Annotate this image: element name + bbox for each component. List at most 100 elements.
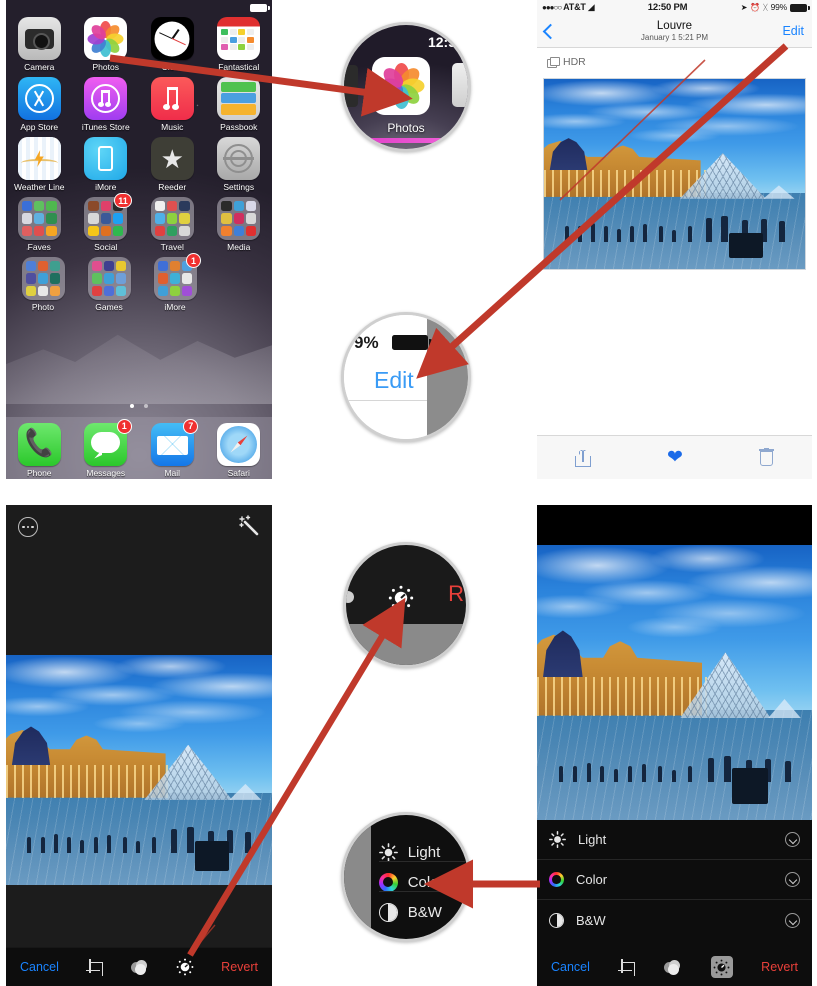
edit-photo-image[interactable] bbox=[6, 655, 272, 885]
chevron-down-icon[interactable] bbox=[785, 872, 800, 887]
magic-wand-icon[interactable] bbox=[238, 515, 260, 537]
dock-phone[interactable]: 📞 Phone bbox=[10, 422, 68, 478]
back-chevron-icon[interactable] bbox=[542, 23, 559, 39]
photo-viewer-panel: ●●●○○ AT&T ◢ 12:50 PM ➤ ⏰ ᚷ 99% Louvre J… bbox=[537, 0, 812, 479]
app-settings[interactable]: Settings bbox=[210, 137, 268, 192]
app-itunes-store[interactable]: iTunes Store bbox=[77, 77, 135, 132]
app-reeder[interactable]: ★ Reeder bbox=[143, 137, 201, 192]
app-label: Media bbox=[227, 242, 251, 252]
folder-icon bbox=[87, 257, 131, 300]
music-icon bbox=[150, 77, 194, 120]
phone-icon: 📞 bbox=[17, 422, 61, 466]
magnifier-battery-label: 9% bbox=[354, 333, 379, 352]
app-fantastical[interactable]: Fantastical bbox=[210, 17, 268, 72]
crop-icon[interactable] bbox=[618, 958, 636, 976]
adjust-row-label: Color bbox=[576, 872, 608, 887]
magnifier-row-light[interactable]: Light bbox=[378, 837, 468, 867]
app-clock[interactable]: Clock bbox=[143, 17, 201, 72]
dock-messages[interactable]: 1 Messages bbox=[77, 418, 135, 478]
edit-button[interactable]: Edit bbox=[374, 367, 414, 394]
app-label: iMore bbox=[95, 182, 117, 192]
share-icon[interactable] bbox=[575, 448, 591, 467]
magnifier-photos-app: 12:5 Photos bbox=[341, 22, 471, 152]
app-grid: Camera Photos Clock Fantastical App Stor… bbox=[6, 17, 272, 317]
adjust-top-black-bar bbox=[537, 505, 812, 545]
crop-icon[interactable] bbox=[86, 958, 104, 976]
magnifier-row-color[interactable]: Color bbox=[378, 867, 468, 897]
app-row: Photo Games 1 iMore bbox=[6, 253, 272, 312]
magnifier-separator bbox=[378, 891, 468, 892]
app-label: Messages bbox=[86, 467, 126, 478]
magnifier-app-label: Photos bbox=[387, 121, 425, 135]
hdr-badge: HDR bbox=[537, 48, 812, 76]
adjust-toolbar: Cancel Revert bbox=[537, 948, 812, 986]
navigation-bar: Louvre January 1 5:21 PM Edit bbox=[537, 15, 812, 48]
color-wheel-icon bbox=[549, 872, 564, 887]
app-passbook[interactable]: Passbook bbox=[210, 77, 268, 132]
adjust-row-light[interactable]: Light bbox=[537, 820, 812, 860]
brightness-icon bbox=[378, 842, 398, 862]
adjust-icon[interactable] bbox=[176, 958, 194, 976]
app-label: App Store bbox=[20, 122, 59, 132]
app-label: Mail bbox=[164, 467, 181, 478]
filters-icon[interactable] bbox=[130, 959, 149, 975]
contrast-icon bbox=[549, 912, 564, 928]
app-music[interactable]: Music bbox=[143, 77, 201, 132]
page-dot-2[interactable] bbox=[144, 404, 149, 408]
cancel-button[interactable]: Cancel bbox=[20, 960, 59, 974]
filters-icon[interactable] bbox=[664, 959, 682, 975]
carrier-label: AT&T bbox=[563, 2, 586, 12]
adjust-photo-image[interactable] bbox=[537, 545, 812, 820]
adjust-row-bw[interactable]: B&W bbox=[537, 900, 812, 940]
page-dot-1[interactable] bbox=[129, 404, 134, 408]
adjust-icon[interactable] bbox=[388, 585, 414, 611]
badge-count: 1 bbox=[116, 418, 132, 434]
folder-photo[interactable]: Photo bbox=[14, 257, 72, 312]
revert-button[interactable]: Revert bbox=[221, 960, 258, 974]
folder-imore[interactable]: 1 iMore bbox=[146, 253, 204, 312]
folder-icon bbox=[21, 257, 65, 300]
trash-icon[interactable] bbox=[758, 448, 774, 467]
nav-title: Louvre January 1 5:21 PM bbox=[537, 20, 812, 43]
photo-image[interactable] bbox=[543, 78, 806, 270]
adjust-row-color[interactable]: Color bbox=[537, 860, 812, 900]
brightness-icon bbox=[549, 831, 566, 848]
app-app-store[interactable]: App Store bbox=[10, 77, 68, 132]
app-weather-line[interactable]: Weather Line bbox=[10, 137, 68, 192]
folder-social[interactable]: 11 Social bbox=[77, 193, 135, 252]
app-photos[interactable]: Photos bbox=[77, 17, 135, 72]
folder-travel[interactable]: Travel bbox=[143, 197, 201, 252]
badge-count: 11 bbox=[114, 193, 132, 208]
dock-safari[interactable]: Safari bbox=[210, 422, 268, 478]
app-label: Clock bbox=[161, 62, 183, 72]
edit-button[interactable]: Edit bbox=[782, 24, 804, 38]
chevron-down-icon[interactable] bbox=[785, 832, 800, 847]
dock-mail[interactable]: 7 Mail bbox=[143, 418, 201, 478]
photos-icon[interactable] bbox=[372, 57, 430, 115]
magnifier-edge-shadow bbox=[346, 624, 466, 665]
weather-line-icon bbox=[17, 137, 61, 180]
ellipsis-icon[interactable] bbox=[18, 517, 38, 537]
camera-icon bbox=[17, 17, 61, 60]
app-camera[interactable]: Camera bbox=[10, 17, 68, 72]
clock-label: 12:50 PM bbox=[647, 1, 688, 13]
magnifier-separator bbox=[344, 400, 428, 401]
magnifier-dock-strip bbox=[360, 138, 452, 143]
app-label: Photos bbox=[92, 62, 119, 72]
chevron-down-icon[interactable] bbox=[785, 912, 800, 928]
heart-icon[interactable]: ❤ bbox=[667, 448, 683, 467]
app-imore[interactable]: iMore bbox=[77, 137, 135, 192]
folder-faves[interactable]: Faves bbox=[10, 197, 68, 252]
revert-button[interactable]: Revert bbox=[761, 960, 798, 974]
status-bar: ●●●○○ AT&T ◢ 12:50 PM ➤ ⏰ ᚷ 99% bbox=[537, 0, 812, 15]
app-label: iTunes Store bbox=[81, 122, 130, 132]
folder-games[interactable]: Games bbox=[80, 257, 138, 312]
magnifier-row-bw[interactable]: B&W bbox=[378, 897, 468, 927]
adjust-options-list: Light Color B&W bbox=[537, 820, 812, 940]
folder-media[interactable]: Media bbox=[210, 197, 268, 252]
app-label: Phone bbox=[26, 467, 52, 478]
adjust-icon[interactable] bbox=[710, 956, 733, 978]
itunes-store-icon bbox=[84, 77, 128, 120]
cancel-button[interactable]: Cancel bbox=[551, 960, 590, 974]
magnifier-edge-shadow bbox=[344, 815, 372, 939]
